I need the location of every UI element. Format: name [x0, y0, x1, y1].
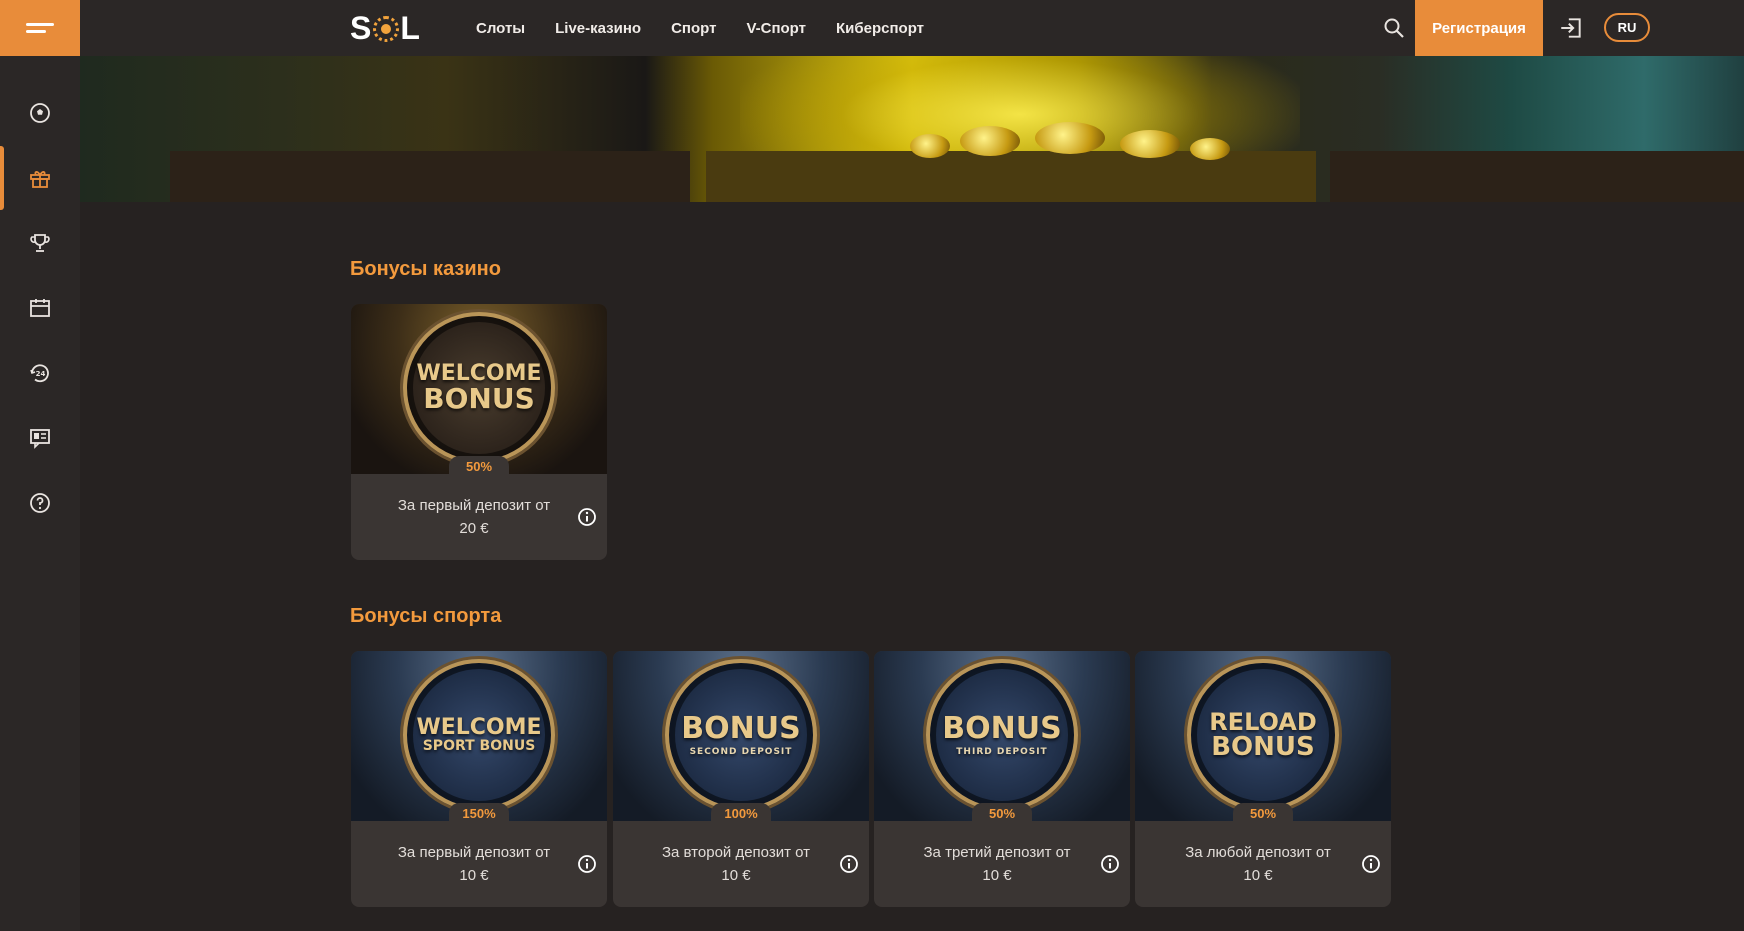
- bonus-description-line1: За любой депозит от: [1185, 844, 1331, 861]
- bonus-card[interactable]: BONUS SECOND DEPOSIT 100% За второй депоз…: [613, 651, 869, 907]
- bonus-description: За первый депозит от 20 €: [379, 494, 569, 540]
- bonus-percent-badge: 50%: [449, 456, 509, 476]
- medal-title: BONUS: [942, 710, 1062, 746]
- main-nav: Слоты Live-казино Спорт V-Спорт Киберспо…: [476, 0, 924, 56]
- sidebar-item-news[interactable]: [0, 406, 80, 470]
- sun-logo-icon: [373, 15, 400, 42]
- logo-letter-s: S: [350, 10, 373, 46]
- menu-button[interactable]: [0, 0, 80, 56]
- bonus-description-line1: За третий депозит от: [923, 844, 1071, 861]
- bonus-card-art: WELCOME SPORT BONUS: [351, 651, 607, 821]
- bonus-description: За второй депозит от 10 €: [641, 841, 831, 887]
- third-deposit-bonus-medal: BONUS THIRD DEPOSIT: [926, 659, 1078, 811]
- medal-title-2: SPORT BONUS: [422, 738, 536, 754]
- coin-pile: [960, 126, 1020, 156]
- top-header: SL Слоты Live-казино Спорт V-Спорт Кибер…: [80, 0, 1744, 56]
- bonus-percent-badge: 50%: [972, 803, 1032, 823]
- bonus-percent-badge: 50%: [1233, 803, 1293, 823]
- support-24-icon: 24: [30, 364, 49, 383]
- login-icon[interactable]: [1558, 15, 1584, 41]
- nav-v-sport[interactable]: V-Спорт: [746, 20, 806, 37]
- info-icon[interactable]: [839, 854, 859, 874]
- sidebar-item-support[interactable]: 24: [0, 341, 80, 405]
- bonus-description-line2: 10 €: [721, 867, 751, 884]
- svg-text:24: 24: [36, 370, 46, 378]
- info-icon[interactable]: [1100, 854, 1120, 874]
- medal-subtitle: SECOND DEPOSIT: [689, 746, 793, 757]
- logo-letter-l: L: [400, 10, 421, 46]
- bonus-card[interactable]: WELCOME BONUS 50% За первый депозит от 20 …: [351, 304, 607, 560]
- sidebar-item-sport[interactable]: [0, 81, 80, 145]
- bonus-card-art: WELCOME BONUS: [351, 304, 607, 474]
- banner-chest-center: [706, 151, 1316, 202]
- medal-title: BONUS: [681, 710, 801, 746]
- bonus-card[interactable]: RELOAD BONUS 50% За любой депозит от 10 €: [1135, 651, 1391, 907]
- banner-chest-left: [170, 151, 690, 202]
- bonus-description-line2: 10 €: [982, 867, 1012, 884]
- bonus-description: За любой депозит от 10 €: [1163, 841, 1353, 887]
- sidebar: 24: [0, 0, 80, 931]
- coin-pile: [910, 134, 950, 158]
- soccer-ball-icon: [30, 103, 50, 123]
- nav-sport[interactable]: Спорт: [671, 20, 716, 37]
- welcome-bonus-medal: WELCOME BONUS: [403, 312, 555, 464]
- gift-icon: [30, 171, 50, 188]
- search-icon[interactable]: [1382, 16, 1406, 40]
- bonus-percent-badge: 150%: [449, 803, 509, 823]
- bonus-card[interactable]: WELCOME SPORT BONUS 150% За первый депози…: [351, 651, 607, 907]
- bonus-description: За первый депозит от 10 €: [379, 841, 569, 887]
- logo[interactable]: SL: [350, 10, 421, 47]
- sport-bonuses-title: Бонусы спорта: [350, 605, 502, 627]
- promo-banner: [80, 56, 1744, 202]
- help-icon: [30, 493, 50, 513]
- medal-title-2: BONUS: [1211, 732, 1315, 762]
- info-icon[interactable]: [577, 507, 597, 527]
- language-selector[interactable]: RU: [1604, 13, 1650, 42]
- bonus-description-line1: За первый депозит от: [397, 497, 551, 514]
- medal-title: RELOAD: [1209, 708, 1317, 736]
- coin-pile: [1035, 122, 1105, 154]
- bonus-description-line2: 10 €: [1243, 867, 1273, 884]
- bonus-card[interactable]: BONUS THIRD DEPOSIT 50% За третий депозит…: [874, 651, 1130, 907]
- bonus-description-line2: 10 €: [459, 867, 489, 884]
- info-icon[interactable]: [577, 854, 597, 874]
- chat-icon: [30, 429, 50, 449]
- second-deposit-bonus-medal: BONUS SECOND DEPOSIT: [665, 659, 817, 811]
- medal-title: WELCOME: [416, 715, 542, 740]
- bonus-description-line1: За первый депозит от: [397, 844, 551, 861]
- sidebar-item-bonuses[interactable]: [0, 146, 80, 210]
- bonus-description-line2: 20 €: [459, 520, 489, 537]
- bonus-percent-badge: 100%: [711, 803, 771, 823]
- sidebar-item-help[interactable]: [0, 471, 80, 535]
- reload-bonus-medal: RELOAD BONUS: [1187, 659, 1339, 811]
- trophy-icon: [30, 234, 50, 252]
- coin-pile: [1120, 130, 1180, 158]
- welcome-sport-bonus-medal: WELCOME SPORT BONUS: [403, 659, 555, 811]
- casino-bonuses-title: Бонусы казино: [350, 258, 501, 280]
- calendar-icon: [30, 299, 50, 317]
- bonus-description: За третий депозит от 10 €: [902, 841, 1092, 887]
- bonus-card-art: RELOAD BONUS: [1135, 651, 1391, 821]
- nav-slots[interactable]: Слоты: [476, 20, 525, 37]
- medal-subtitle: THIRD DEPOSIT: [956, 746, 1048, 757]
- bonus-description-line1: За второй депозит от: [661, 844, 811, 861]
- bonus-card-art: BONUS SECOND DEPOSIT: [613, 651, 869, 821]
- register-button[interactable]: Регистрация: [1415, 0, 1543, 56]
- nav-live-casino[interactable]: Live-казино: [555, 20, 641, 37]
- coin-pile: [1190, 138, 1230, 160]
- sidebar-item-calendar[interactable]: [0, 276, 80, 340]
- banner-chest-right: [1330, 151, 1744, 202]
- sidebar-item-tournaments[interactable]: [0, 211, 80, 275]
- medal-title-2: BONUS: [423, 382, 535, 415]
- bonus-card-art: BONUS THIRD DEPOSIT: [874, 651, 1130, 821]
- hamburger-icon: [26, 19, 54, 37]
- nav-esports[interactable]: Киберспорт: [836, 20, 924, 37]
- info-icon[interactable]: [1361, 854, 1381, 874]
